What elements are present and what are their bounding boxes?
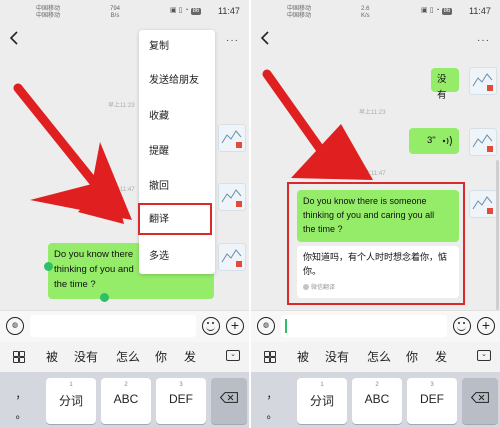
- key-number: 3: [179, 382, 183, 388]
- candidate-word[interactable]: 怎么: [116, 348, 140, 365]
- backspace-key[interactable]: [462, 378, 498, 424]
- candidate-word[interactable]: 发: [184, 348, 196, 365]
- key-1[interactable]: 1 分词: [46, 378, 96, 424]
- candidate-word[interactable]: 怎么: [367, 348, 391, 365]
- key-number: 1: [320, 382, 324, 388]
- grid-icon[interactable]: [13, 351, 25, 363]
- plus-icon[interactable]: +: [477, 317, 495, 335]
- plus-icon[interactable]: +: [226, 317, 244, 335]
- text-caret: [285, 319, 287, 333]
- emoji-icon[interactable]: [202, 317, 220, 335]
- key-label: DEF: [169, 392, 193, 406]
- backspace-icon: [471, 392, 489, 403]
- key-3[interactable]: 3 DEF: [407, 378, 457, 424]
- key-label: 。: [15, 409, 27, 421]
- backspace-icon: [220, 392, 238, 403]
- message-input[interactable]: [281, 315, 447, 337]
- candidate-bar: 被 没有 怎么 你 发 ⌄: [251, 342, 500, 372]
- key-punctuation[interactable]: ， 。: [4, 378, 38, 424]
- keyboard: ， 。 1 分词 2 ABC 3 DEF: [251, 372, 500, 428]
- keyboard-collapse-icon[interactable]: ⌄: [226, 350, 240, 361]
- key-2[interactable]: 2 ABC: [352, 378, 402, 424]
- left-screenshot-panel: 中国移动 中国移动 794 B/s ▣ ▯ ◔ 86 11:47 ··· 早上1…: [0, 0, 249, 428]
- key-number: 1: [69, 382, 73, 388]
- candidate-word[interactable]: 没有: [325, 348, 349, 365]
- key-label: ABC: [113, 392, 139, 406]
- key-punctuation[interactable]: ， 。: [255, 378, 289, 424]
- candidate-word[interactable]: 被: [46, 348, 58, 365]
- voice-icon[interactable]: ◍: [6, 317, 24, 335]
- candidate-word[interactable]: 你: [155, 348, 167, 365]
- key-label: 分词: [58, 394, 83, 408]
- key-3[interactable]: 3 DEF: [156, 378, 206, 424]
- right-screenshot-panel: 中国移动 中国移动 2.6 K/s ▣ ▯ ◔ 86 11:47 ··· 没有 …: [251, 0, 500, 428]
- input-bar: ◍ +: [0, 310, 249, 343]
- candidate-word[interactable]: 你: [406, 348, 418, 365]
- candidate-bar: 被 没有 怎么 你 发 ⌄: [0, 342, 249, 372]
- key-number: 2: [375, 382, 379, 388]
- key-label: 分词: [309, 394, 334, 408]
- key-label: ，: [15, 389, 27, 401]
- key-1[interactable]: 1 分词: [297, 378, 347, 424]
- candidate-word[interactable]: 没有: [74, 348, 98, 365]
- input-bar: ◍ +: [251, 310, 500, 343]
- voice-icon[interactable]: ◍: [257, 317, 275, 335]
- keyboard: ， 。 1 分词 2 ABC 3 DEF: [0, 372, 249, 428]
- key-label: ABC: [364, 392, 390, 406]
- message-input[interactable]: [30, 315, 196, 337]
- key-label: ，: [266, 389, 278, 401]
- key-number: 2: [124, 382, 128, 388]
- candidate-word[interactable]: 发: [435, 348, 447, 365]
- key-label: DEF: [420, 392, 444, 406]
- emoji-icon[interactable]: [453, 317, 471, 335]
- key-2[interactable]: 2 ABC: [101, 378, 151, 424]
- backspace-key[interactable]: [211, 378, 247, 424]
- key-number: 3: [430, 382, 434, 388]
- keyboard-collapse-icon[interactable]: ⌄: [477, 350, 491, 361]
- key-label: 。: [266, 409, 278, 421]
- grid-icon[interactable]: [264, 351, 276, 363]
- candidate-word[interactable]: 被: [297, 348, 309, 365]
